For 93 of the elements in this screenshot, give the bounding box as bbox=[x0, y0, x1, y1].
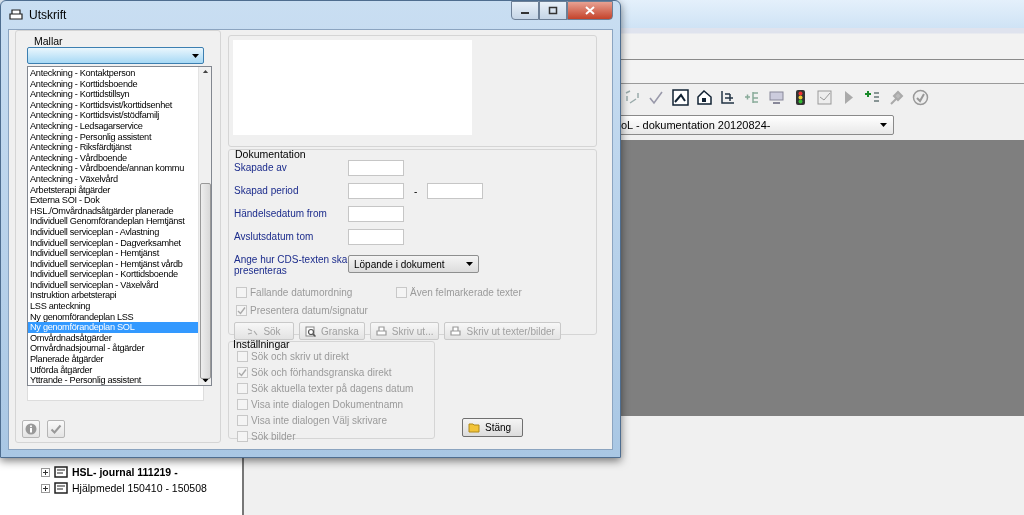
monitor-icon[interactable] bbox=[768, 88, 785, 106]
list-item[interactable]: Yttrande - Personlig assistent bbox=[28, 375, 198, 386]
list-item[interactable]: Anteckning - Korttidstillsyn bbox=[28, 89, 198, 100]
list-item[interactable]: Instruktion arbetsterapi bbox=[28, 290, 198, 302]
magnifier-icon bbox=[305, 325, 316, 337]
list-item[interactable]: Individuell serviceplan - Hemtjänst vårdb bbox=[28, 258, 198, 270]
dialog-title: Utskrift bbox=[29, 8, 68, 22]
picture-frame-icon[interactable] bbox=[672, 88, 689, 106]
checkbox-label: Sök aktuella texter på dagens datum bbox=[251, 382, 414, 394]
checkbox-label: Sök bilder bbox=[251, 430, 296, 442]
list-item[interactable]: Individuell serviceplan - Dagverksamhet bbox=[28, 237, 198, 249]
list-item[interactable]: Anteckning - Korttidsboende bbox=[28, 78, 198, 90]
check-icon bbox=[50, 423, 62, 435]
printer-icon bbox=[450, 325, 462, 337]
group-label: Mallar bbox=[33, 35, 64, 47]
list-item[interactable]: Utförda åtgärder bbox=[28, 364, 198, 376]
list-item[interactable]: Externa SOI - Dok bbox=[28, 195, 198, 206]
expand-icon[interactable] bbox=[41, 483, 50, 493]
minimize-button[interactable] bbox=[511, 1, 539, 20]
close-button[interactable]: Stäng bbox=[462, 418, 523, 437]
list-item[interactable]: Anteckning - Riksfärdtjänst bbox=[28, 142, 198, 153]
document-icon bbox=[54, 482, 68, 494]
maximize-button[interactable] bbox=[539, 1, 567, 20]
folder-icon bbox=[468, 422, 480, 433]
list-item[interactable]: Individuell serviceplan - Avlastning bbox=[28, 226, 198, 238]
check-icon bbox=[238, 367, 247, 377]
list-item[interactable]: Arbetsterapi åtgärder bbox=[28, 184, 198, 196]
field-label: Avslutsdatum tom bbox=[234, 230, 315, 242]
maximize-icon bbox=[548, 6, 558, 15]
checkbox-label: Fallande datumordning bbox=[250, 287, 353, 298]
pin-icon[interactable] bbox=[888, 88, 905, 106]
printer-icon bbox=[9, 9, 23, 21]
caret-icon bbox=[880, 123, 887, 127]
field-label: Skapad period bbox=[234, 184, 300, 196]
checkbox-label: Visa inte dialogen Välj skrivare bbox=[251, 414, 387, 426]
list-item[interactable]: Anteckning - Växelvård bbox=[28, 173, 198, 185]
printer-icon bbox=[375, 325, 387, 337]
list-item[interactable]: Ny genomförandeplan LSS bbox=[28, 311, 198, 323]
list-item[interactable]: Omvårdnadsjournal - åtgärder bbox=[28, 343, 198, 355]
list-item[interactable]: Individuell Genomförandeplan Hemtjänst bbox=[28, 216, 198, 227]
check-icon bbox=[237, 306, 246, 315]
input-field[interactable] bbox=[348, 160, 404, 176]
checkbox-label: Sök och förhandsgranska direkt bbox=[251, 366, 392, 378]
tree-item[interactable]: Hjälpmedel 150410 - 150508 bbox=[72, 482, 207, 494]
input-field[interactable] bbox=[27, 386, 204, 401]
list-item[interactable]: Individuell serviceplan - Växelvård bbox=[28, 279, 198, 291]
list-item[interactable]: Omvårdnadsåtgärder bbox=[28, 332, 198, 344]
confirm-button[interactable] bbox=[47, 420, 65, 438]
template-dropdown[interactable] bbox=[27, 47, 204, 64]
list-item[interactable]: LSS anteckning bbox=[28, 301, 198, 312]
scroll-thumb[interactable] bbox=[199, 183, 211, 379]
list-item[interactable]: Individuell serviceplan - Korttidsboende bbox=[28, 269, 198, 280]
list-item[interactable]: Planerade åtgärder bbox=[28, 354, 198, 365]
list-item[interactable]: Anteckning - Kontaktperson bbox=[28, 68, 198, 79]
list-item[interactable]: Anteckning - Vårdboende/annan kommu bbox=[28, 163, 198, 174]
hierarchy-icon[interactable] bbox=[720, 88, 737, 106]
list-item[interactable]: Individuell serviceplan - Hemtjänst bbox=[28, 248, 198, 259]
checkbox-label: Sök och skriv ut direkt bbox=[251, 350, 349, 362]
expand-icon[interactable] bbox=[41, 467, 50, 477]
field-label: Ange hur CDS-texten ska presenteras bbox=[234, 253, 348, 276]
input-field[interactable] bbox=[348, 229, 404, 245]
checkbox-label: Även felmarkerade texter bbox=[410, 287, 522, 298]
checkbox-label: Visa inte dialogen Dokumentnamn bbox=[251, 398, 404, 410]
list-item[interactable]: Anteckning - Korttidsvist/korttidsenhet bbox=[28, 99, 198, 111]
list-item[interactable]: Anteckning - Personlig assistent bbox=[28, 131, 198, 143]
close-button[interactable] bbox=[567, 1, 613, 20]
list-item[interactable]: Anteckning - Ledsagarservice bbox=[28, 120, 198, 132]
caret-icon bbox=[192, 53, 199, 58]
group-label: Inställningar bbox=[232, 338, 291, 350]
field-label: Skapade av bbox=[234, 161, 288, 173]
field-label: Händelsedatum from bbox=[234, 207, 328, 219]
caret-icon bbox=[466, 262, 473, 266]
presentation-dropdown[interactable]: Löpande i dokument bbox=[348, 255, 479, 273]
scroll-up-icon[interactable] bbox=[201, 70, 209, 74]
list-item[interactable]: Anteckning - Korttidsvist/stödfamilj bbox=[28, 110, 198, 121]
list-item[interactable]: Anteckning - Vårdboende bbox=[28, 152, 198, 164]
range-separator: - bbox=[414, 185, 418, 197]
checkbox-label: Presentera datum/signatur bbox=[250, 305, 368, 316]
tree-item[interactable]: HSL- journal 111219 - bbox=[72, 466, 178, 478]
check-circle-icon[interactable] bbox=[912, 88, 929, 106]
list-item[interactable]: HSL./Omvårdnadsåtgärder planerade bbox=[28, 205, 198, 217]
input-field[interactable] bbox=[348, 183, 404, 199]
scrollbar[interactable] bbox=[198, 67, 211, 385]
input-field[interactable] bbox=[348, 206, 404, 222]
info-button[interactable] bbox=[22, 420, 40, 438]
document-icon bbox=[54, 466, 68, 478]
input-field[interactable] bbox=[427, 183, 484, 199]
group-label: Dokumentation bbox=[234, 148, 307, 160]
document-icon[interactable] bbox=[816, 88, 833, 106]
info-icon bbox=[25, 423, 37, 435]
template-list[interactable] bbox=[27, 66, 212, 386]
close-icon bbox=[585, 6, 595, 15]
house-icon[interactable] bbox=[696, 88, 713, 106]
